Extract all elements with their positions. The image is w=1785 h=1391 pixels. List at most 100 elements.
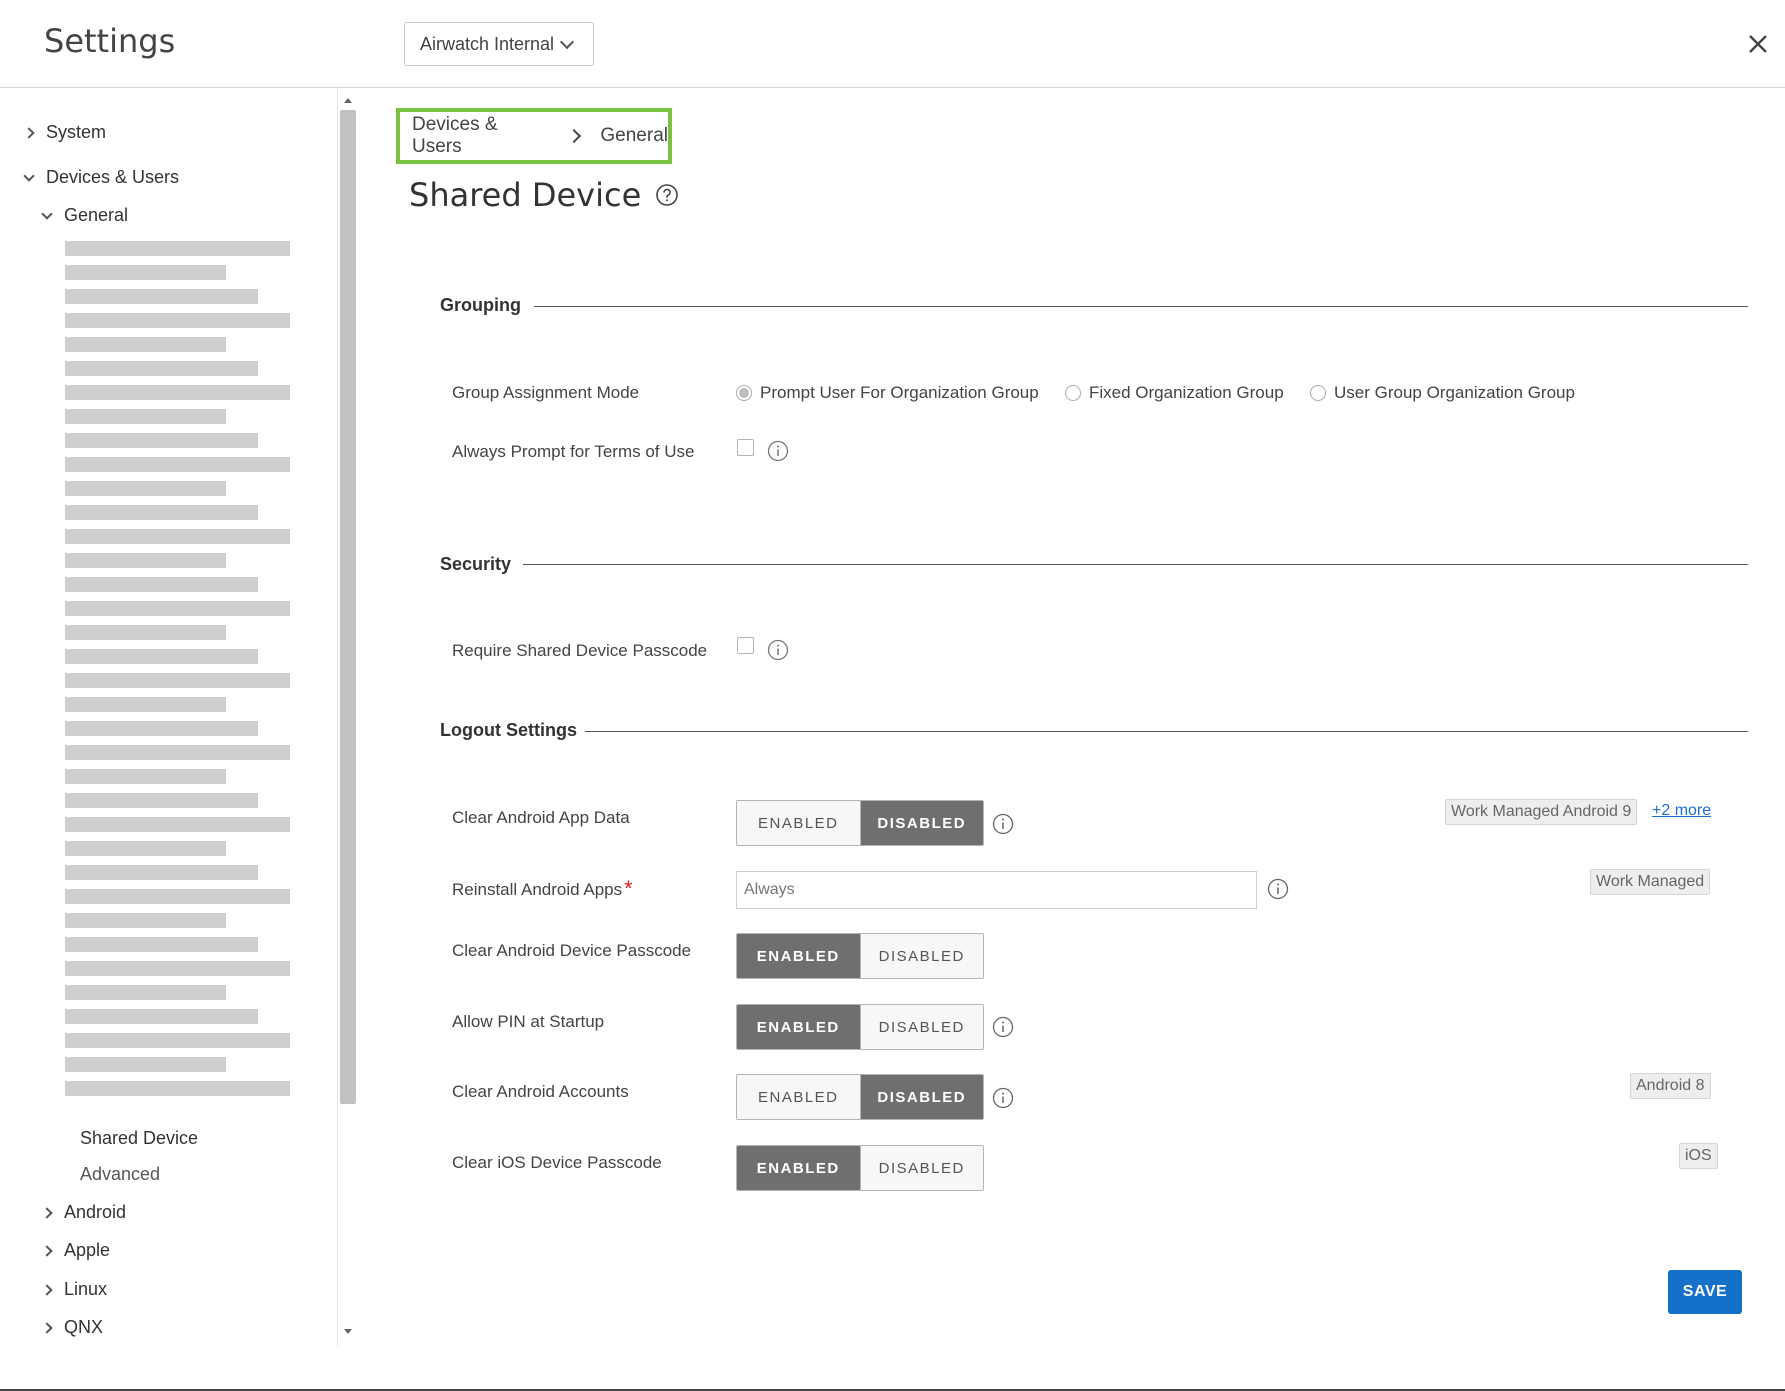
close-icon[interactable] — [1742, 28, 1774, 60]
redacted-item — [65, 601, 290, 616]
terms-of-use-label: Always Prompt for Terms of Use — [452, 442, 695, 461]
radio-label: User Group Organization Group — [1334, 383, 1575, 402]
toggle-disabled-option[interactable]: DISABLED — [859, 1005, 983, 1049]
shared-device-passcode-checkbox[interactable] — [737, 637, 754, 654]
breadcrumb: Devices & Users General — [396, 108, 672, 164]
info-icon[interactable] — [992, 1016, 1014, 1038]
sidebar-item-qnx[interactable]: QNX — [38, 1317, 103, 1338]
sidebar-item-advanced[interactable]: Advanced — [80, 1164, 160, 1185]
redacted-item — [65, 745, 290, 760]
clear-android-accounts-toggle: ENABLED DISABLED — [736, 1074, 984, 1120]
radio-fixed-org-group[interactable]: Fixed Organization Group — [1065, 383, 1284, 403]
section-divider — [523, 564, 1748, 565]
toggle-enabled-option[interactable]: ENABLED — [737, 934, 860, 978]
redacted-item — [65, 865, 258, 880]
organization-group-select[interactable]: Airwatch Internal — [404, 22, 594, 66]
redacted-item — [65, 385, 290, 400]
chevron-right-icon — [38, 1319, 56, 1337]
sidebar-item-linux[interactable]: Linux — [38, 1279, 107, 1300]
chevron-right-icon — [38, 1204, 56, 1222]
sidebar-item-label: General — [64, 205, 129, 225]
allow-pin-at-startup-label: Allow PIN at Startup — [452, 1012, 605, 1031]
header-bar: Settings Airwatch Internal — [0, 0, 1785, 88]
sidebar-item-label: System — [46, 122, 107, 142]
required-indicator: * — [624, 876, 633, 901]
toggle-disabled-option[interactable]: DISABLED — [859, 934, 983, 978]
sidebar-item-shared-device[interactable]: Shared Device — [80, 1128, 198, 1149]
clear-android-device-passcode-toggle: ENABLED DISABLED — [736, 933, 984, 979]
more-platforms-link[interactable]: +2 more — [1652, 802, 1711, 820]
redacted-item — [65, 313, 290, 328]
chevron-down-icon — [38, 207, 56, 225]
redacted-item — [65, 433, 258, 448]
breadcrumb-current[interactable]: General — [600, 125, 668, 147]
clear-ios-device-passcode-label: Clear iOS Device Passcode — [452, 1153, 662, 1172]
toggle-disabled-option[interactable]: DISABLED — [859, 1146, 983, 1190]
save-button[interactable]: SAVE — [1668, 1270, 1742, 1314]
toggle-enabled-option[interactable]: ENABLED — [737, 1146, 860, 1190]
platform-tag: iOS — [1679, 1143, 1718, 1169]
breadcrumb-parent-link[interactable]: Devices & Users — [412, 114, 551, 158]
toggle-enabled-option[interactable]: ENABLED — [737, 1075, 860, 1119]
sidebar-item-android[interactable]: Android — [38, 1202, 126, 1223]
sidebar-item-label: Devices & Users — [46, 167, 180, 187]
toggle-enabled-option[interactable]: ENABLED — [737, 1005, 860, 1049]
reinstall-android-apps-text: Reinstall Android Apps — [452, 880, 623, 899]
info-icon[interactable] — [767, 639, 789, 661]
toggle-disabled-option[interactable]: DISABLED — [859, 801, 983, 845]
sidebar-item-apple[interactable]: Apple — [38, 1240, 110, 1261]
redacted-item — [65, 409, 226, 424]
redacted-item — [65, 481, 226, 496]
redacted-item — [65, 841, 226, 856]
info-icon[interactable] — [992, 813, 1014, 835]
toggle-enabled-option[interactable]: ENABLED — [737, 801, 860, 845]
redacted-item — [65, 577, 258, 592]
sidebar-item-system[interactable]: System — [20, 122, 106, 143]
scroll-down-arrow-icon[interactable] — [340, 1324, 356, 1340]
radio-user-group-org-group[interactable]: User Group Organization Group — [1310, 383, 1575, 403]
section-grouping: Grouping — [440, 295, 521, 315]
group-assignment-mode-label: Group Assignment Mode — [452, 383, 640, 402]
platform-tag: Android 8 — [1630, 1073, 1711, 1099]
sidebar-scrollbar-thumb[interactable] — [340, 110, 356, 1104]
redacted-item — [65, 1057, 226, 1072]
info-icon[interactable] — [992, 1087, 1014, 1109]
redacted-item — [65, 673, 290, 688]
info-icon[interactable] — [1267, 878, 1289, 900]
clear-android-app-data-toggle: ENABLED DISABLED — [736, 800, 984, 846]
clear-ios-device-passcode-toggle: ENABLED DISABLED — [736, 1145, 984, 1191]
section-divider — [534, 306, 1748, 307]
redacted-item — [65, 1081, 290, 1096]
chevron-down-icon — [20, 169, 38, 187]
toggle-disabled-option[interactable]: DISABLED — [859, 1075, 983, 1119]
help-icon[interactable] — [655, 183, 679, 207]
redacted-item — [65, 553, 226, 568]
redacted-item — [65, 985, 226, 1000]
radio-indicator — [1065, 385, 1081, 401]
platform-tag: Work Managed — [1590, 869, 1711, 895]
redacted-item — [65, 457, 290, 472]
sidebar-item-label: QNX — [64, 1317, 104, 1337]
radio-prompt-user-org-group[interactable]: Prompt User For Organization Group — [736, 383, 1039, 403]
platform-tag: Work Managed Android 9 — [1445, 799, 1638, 825]
terms-of-use-checkbox[interactable] — [737, 439, 754, 456]
redacted-item — [65, 625, 226, 640]
chevron-right-icon — [38, 1242, 56, 1260]
redacted-item — [65, 529, 290, 544]
sidebar-item-general[interactable]: General — [38, 205, 128, 226]
reinstall-android-apps-input[interactable] — [736, 871, 1257, 909]
info-icon[interactable] — [767, 440, 789, 462]
app-title: Settings — [44, 22, 176, 60]
redacted-item — [65, 289, 258, 304]
radio-label: Fixed Organization Group — [1089, 383, 1284, 402]
scroll-up-arrow-icon[interactable] — [340, 92, 356, 108]
reinstall-android-apps-label: Reinstall Android Apps* — [452, 876, 633, 906]
chevron-right-icon — [20, 124, 38, 142]
redacted-item — [65, 721, 258, 736]
redacted-item — [65, 649, 258, 664]
section-security: Security — [440, 554, 512, 574]
page-title: Shared Device — [409, 176, 642, 214]
chevron-right-icon — [566, 128, 581, 144]
redacted-item — [65, 913, 226, 928]
sidebar-item-devices-users[interactable]: Devices & Users — [20, 167, 179, 188]
